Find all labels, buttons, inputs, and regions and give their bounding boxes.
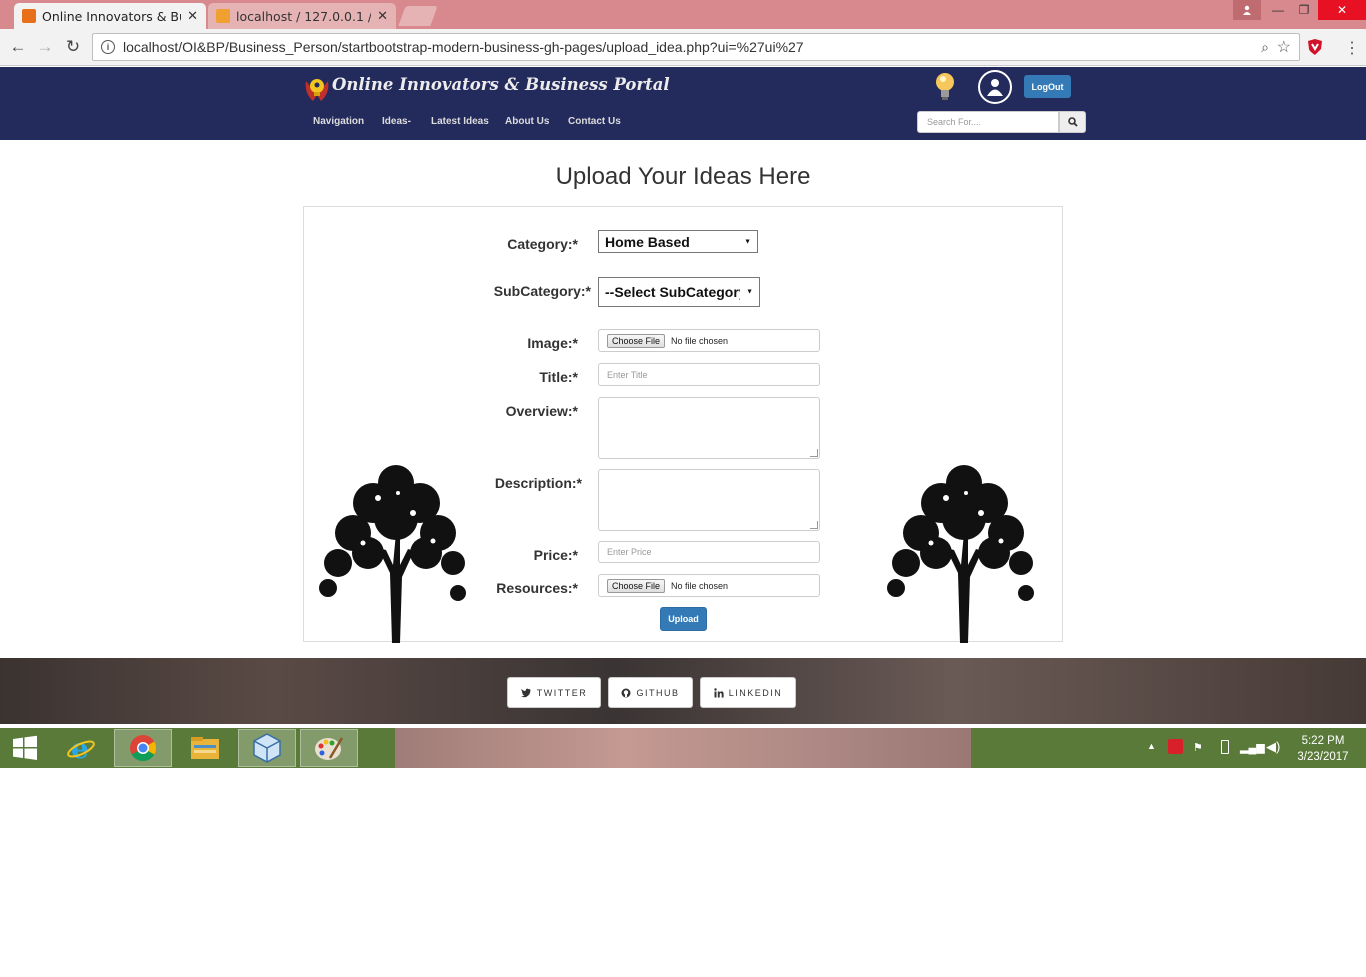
choose-file-button[interactable]: Choose File [607,333,666,348]
user-profile-icon[interactable] [1233,0,1261,20]
browser-tab-strip: Online Innovators & Busi ✕ localhost / 1… [0,0,1366,29]
resize-grip-icon[interactable] [810,521,818,529]
zoom-icon[interactable]: ⌕ [1261,39,1269,56]
nav-contact-us[interactable]: Contact Us [568,116,621,127]
overview-textarea[interactable] [598,397,820,459]
antivirus-tray-icon[interactable] [1168,739,1183,754]
subcategory-select[interactable]: --Select SubCategory-- ▼ [598,277,760,307]
title-label: Title:* [539,369,578,385]
paint-icon[interactable] [300,729,358,767]
battery-icon[interactable] [1221,740,1229,754]
tab-title: localhost / 127.0.0.1 / oi [236,8,371,24]
close-window-icon[interactable]: ✕ [1318,0,1366,20]
chrome-menu-icon[interactable]: ⋮ [1344,38,1360,58]
browser-toolbar: ← → ↻ i localhost/OI&BP/Business_Person/… [0,29,1366,66]
resources-file-input[interactable]: Choose File No file chosen [598,574,820,597]
tab-phpmyadmin[interactable]: localhost / 127.0.0.1 / oi ✕ [208,3,396,29]
tree-decoration-icon [319,465,466,643]
show-hidden-icons-icon[interactable]: ▲ [1147,741,1156,751]
description-textarea[interactable] [598,469,820,531]
bookmark-star-icon[interactable]: ☆ [1277,37,1291,57]
tab-title: Online Innovators & Busi [42,8,181,24]
linkedin-label: LINKEDIN [728,687,783,698]
dropdown-arrow-icon: ▼ [744,238,751,245]
linkedin-icon [714,687,724,697]
action-center-flag-icon[interactable]: ⚑ [1193,741,1203,754]
chrome-icon[interactable] [114,729,172,767]
choose-file-button[interactable]: Choose File [607,578,666,593]
upload-button[interactable]: Upload [660,607,707,631]
nav-about-us[interactable]: About Us [505,116,549,127]
forward-arrow-icon[interactable]: → [33,35,57,59]
taskbar-wallpaper-area [395,728,971,768]
github-icon [621,688,631,697]
overview-label: Overview:* [505,403,578,419]
xampp-favicon-icon [22,9,36,23]
back-arrow-icon[interactable]: ← [6,35,30,59]
subcategory-selected-value: --Select SubCategory-- [605,284,740,300]
system-clock[interactable]: 5:22 PM 3/23/2017 [1290,733,1356,765]
start-icon[interactable] [0,729,50,767]
tree-decoration-icon [887,465,1034,643]
address-bar[interactable]: i localhost/OI&BP/Business_Person/startb… [92,33,1300,61]
site-logo-icon[interactable] [303,75,331,108]
close-tab-icon[interactable]: ✕ [377,9,388,24]
shield-extension-icon[interactable] [1307,38,1323,61]
internet-explorer-icon[interactable]: e [52,729,110,767]
phpmyadmin-favicon-icon [216,9,230,23]
resources-label: Resources:* [496,580,578,596]
github-button[interactable]: GITHUB [608,677,693,708]
url-text: localhost/OI&BP/Business_Person/startboo… [123,39,804,55]
twitter-button[interactable]: TWITTER [507,677,601,708]
clock-time: 5:22 PM [1301,735,1345,747]
twitter-label: TWITTER [536,687,588,698]
title-input[interactable]: Enter Title [598,363,820,386]
search-input[interactable]: Search For.... [917,111,1059,133]
close-tab-icon[interactable]: ✕ [187,9,198,24]
logout-button[interactable]: LogOut [1024,75,1071,98]
search-icon [1067,117,1078,127]
nav-ideas-dropdown[interactable]: Ideas- [382,116,411,127]
category-selected-value: Home Based [605,233,690,250]
nav-navigation[interactable]: Navigation [313,116,364,127]
linkedin-button[interactable]: LINKEDIN [700,677,796,708]
lightbulb-icon[interactable] [932,70,958,107]
search-button[interactable] [1059,111,1086,133]
clock-date: 3/23/2017 [1297,751,1349,763]
category-label: Category:* [507,236,578,252]
no-file-text: No file chosen [671,335,729,346]
github-label: GITHUB [636,687,680,698]
file-explorer-icon[interactable] [176,729,234,767]
subcategory-label: SubCategory:* [493,283,591,299]
windows-taskbar: e ▲ ⚑ ▂▄▆ ◀) 5:22 PM 3/23/2017 [0,728,1366,768]
cube-app-icon[interactable] [238,729,296,767]
network-icon[interactable]: ▂▄▆ [1240,741,1265,754]
dropdown-arrow-icon: ▼ [746,288,753,296]
tab-online-innovators[interactable]: Online Innovators & Busi ✕ [14,3,206,29]
twitter-icon [520,688,531,697]
image-label: Image:* [527,335,578,351]
nav-latest-ideas[interactable]: Latest Ideas [431,116,489,127]
page-title: Upload Your Ideas Here [555,163,811,190]
no-file-text: No file chosen [671,580,729,591]
site-header: Online Innovators & Business Portal Navi… [0,67,1366,140]
site-info-icon[interactable]: i [101,40,115,54]
resize-grip-icon[interactable] [810,449,818,457]
minimize-icon[interactable]: — [1264,0,1292,20]
price-input[interactable]: Enter Price [598,541,820,563]
new-tab-button[interactable] [398,6,438,26]
user-avatar-icon[interactable] [978,70,1012,104]
category-select[interactable]: Home Based ▼ [598,230,758,253]
restore-icon[interactable]: ❐ [1290,0,1318,20]
price-label: Price:* [533,547,578,563]
description-label: Description:* [494,475,582,491]
reload-icon[interactable]: ↻ [61,35,85,59]
image-file-input[interactable]: Choose File No file chosen [598,329,820,352]
site-footer: TWITTER GITHUB LINKEDIN [0,658,1366,724]
site-title[interactable]: Online Innovators & Business Portal [332,75,670,94]
volume-icon[interactable]: ◀) [1266,739,1280,755]
